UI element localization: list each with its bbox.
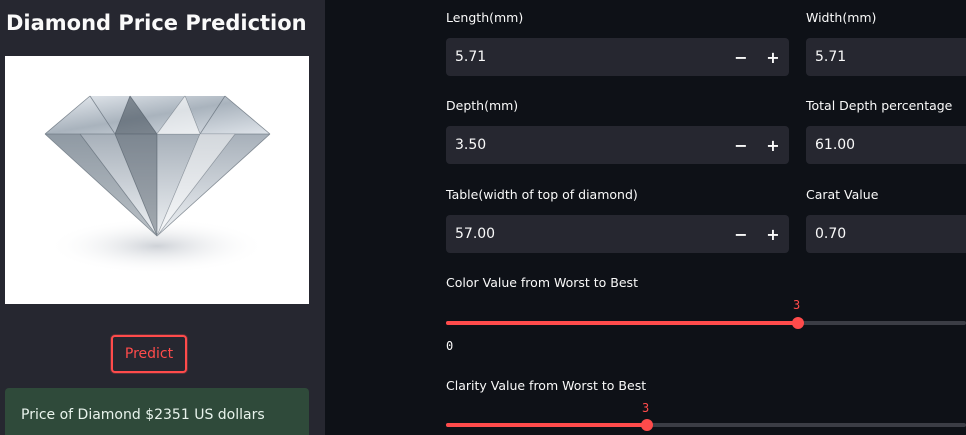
- depth-label: Depth(mm): [446, 98, 519, 113]
- clarity-slider-fill: [446, 423, 647, 427]
- color-slider-label: Color Value from Worst to Best: [446, 275, 638, 290]
- length-input[interactable]: 5.71 − +: [446, 38, 789, 76]
- sidebar: Diamond Price Prediction Predict Price o…: [0, 0, 325, 435]
- clarity-slider-track[interactable]: [446, 419, 966, 431]
- color-slider-min: 0: [446, 339, 454, 353]
- color-slider-track[interactable]: [446, 317, 966, 329]
- total-depth-label: Total Depth percentage: [806, 98, 953, 113]
- total-depth-input[interactable]: 61.00: [806, 126, 966, 164]
- table-value[interactable]: 57.00: [446, 226, 725, 242]
- length-label: Length(mm): [446, 10, 524, 25]
- clarity-slider-value: 3: [642, 401, 650, 415]
- table-decrement-button[interactable]: −: [725, 215, 757, 253]
- depth-increment-button[interactable]: +: [757, 126, 789, 164]
- color-slider-fill: [446, 321, 798, 325]
- depth-value[interactable]: 3.50: [446, 137, 725, 153]
- predict-button[interactable]: Predict: [111, 335, 187, 373]
- length-decrement-button[interactable]: −: [725, 38, 757, 76]
- carat-input[interactable]: 0.70: [806, 215, 966, 253]
- width-input[interactable]: 5.71: [806, 38, 966, 76]
- diamond-image: [5, 56, 309, 304]
- clarity-slider-thumb[interactable]: [641, 419, 653, 431]
- prediction-result: Price of Diamond $2351 US dollars: [5, 388, 309, 435]
- length-value[interactable]: 5.71: [446, 49, 725, 65]
- table-input[interactable]: 57.00 − +: [446, 215, 789, 253]
- width-label: Width(mm): [806, 10, 877, 25]
- carat-value[interactable]: 0.70: [806, 226, 966, 242]
- width-value[interactable]: 5.71: [806, 49, 966, 65]
- color-slider-value: 3: [793, 298, 801, 312]
- length-increment-button[interactable]: +: [757, 38, 789, 76]
- depth-input[interactable]: 3.50 − +: [446, 126, 789, 164]
- total-depth-value[interactable]: 61.00: [806, 137, 966, 153]
- carat-label: Carat Value: [806, 187, 879, 202]
- clarity-slider-label: Clarity Value from Worst to Best: [446, 378, 647, 393]
- depth-decrement-button[interactable]: −: [725, 126, 757, 164]
- table-increment-button[interactable]: +: [757, 215, 789, 253]
- app-title: Diamond Price Prediction: [6, 11, 307, 35]
- table-label: Table(width of top of diamond): [446, 187, 638, 202]
- color-slider-thumb[interactable]: [792, 317, 804, 329]
